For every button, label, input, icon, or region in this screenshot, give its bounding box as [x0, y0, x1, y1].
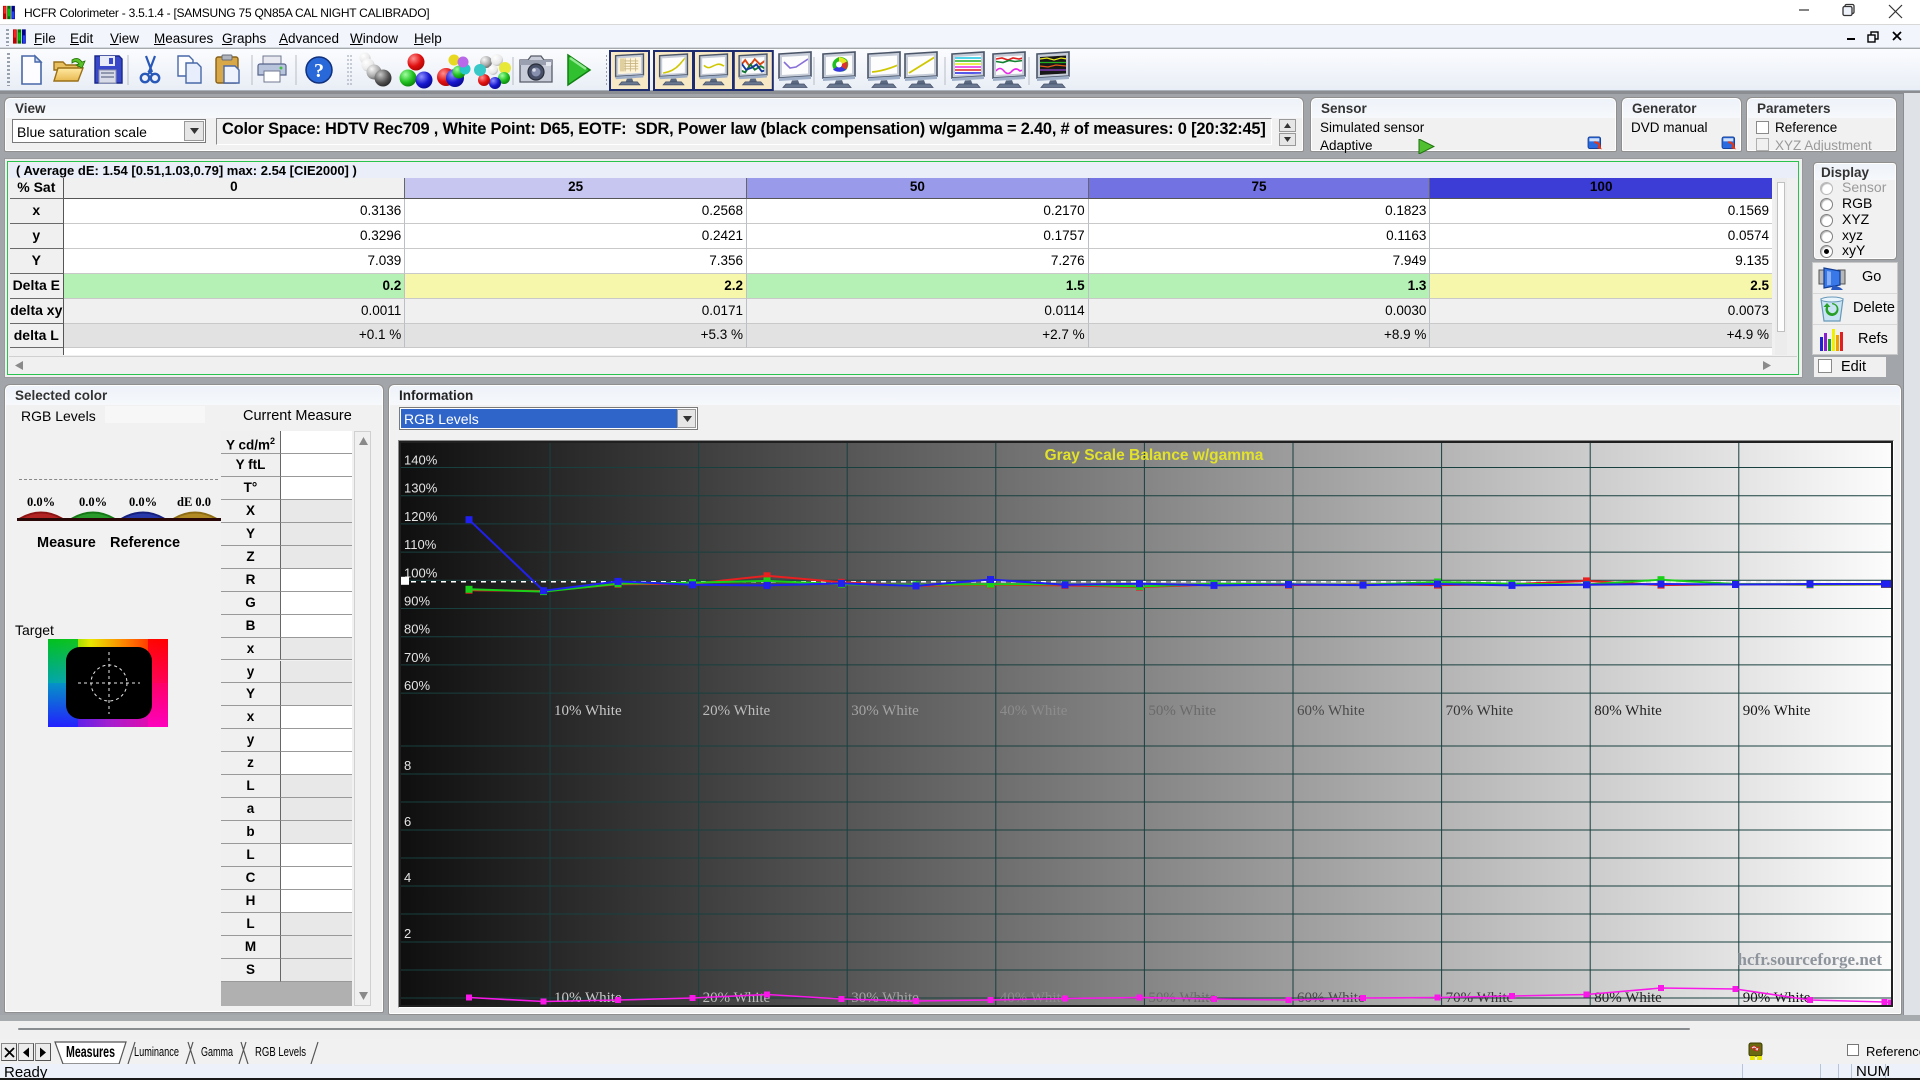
- svg-text:90% White: 90% White: [1743, 703, 1811, 719]
- svg-text:?: ?: [314, 60, 324, 82]
- svg-text:10% White: 10% White: [554, 703, 622, 719]
- svg-text:130%: 130%: [404, 481, 438, 496]
- svg-text:80%: 80%: [404, 622, 430, 637]
- svg-text:100%: 100%: [404, 565, 438, 580]
- svg-text:80% White: 80% White: [1594, 703, 1662, 719]
- svg-text:60%: 60%: [404, 678, 430, 693]
- svg-text:Gamma: Gamma: [201, 1045, 233, 1059]
- svg-text:4: 4: [404, 870, 411, 885]
- svg-text:20% White: 20% White: [703, 703, 771, 719]
- svg-text:110%: 110%: [404, 537, 437, 552]
- svg-text:Gray Scale Balance w/gamma: Gray Scale Balance w/gamma: [1045, 447, 1264, 464]
- svg-text:30% White: 30% White: [851, 990, 919, 1005]
- svg-text:30% White: 30% White: [851, 703, 919, 719]
- svg-text:8: 8: [404, 758, 411, 773]
- svg-text:70%: 70%: [404, 650, 430, 665]
- svg-text:50% White: 50% White: [1148, 703, 1216, 719]
- svg-text:Luminance: Luminance: [134, 1045, 179, 1059]
- svg-text:140%: 140%: [404, 453, 438, 468]
- svg-text:70% White: 70% White: [1446, 703, 1514, 719]
- svg-text:RGB Levels: RGB Levels: [255, 1045, 306, 1059]
- svg-text:60% White: 60% White: [1297, 703, 1365, 719]
- svg-text:Measures: Measures: [66, 1044, 115, 1061]
- svg-text:10% White: 10% White: [554, 990, 622, 1005]
- svg-text:hcfr.sourceforge.net: hcfr.sourceforge.net: [1738, 950, 1883, 969]
- svg-text:120%: 120%: [404, 509, 438, 524]
- svg-text:40% White: 40% White: [1000, 990, 1068, 1005]
- svg-text:90%: 90%: [404, 594, 430, 609]
- svg-text:6: 6: [404, 814, 411, 829]
- svg-text:40% White: 40% White: [1000, 703, 1068, 719]
- svg-text:2: 2: [404, 926, 411, 941]
